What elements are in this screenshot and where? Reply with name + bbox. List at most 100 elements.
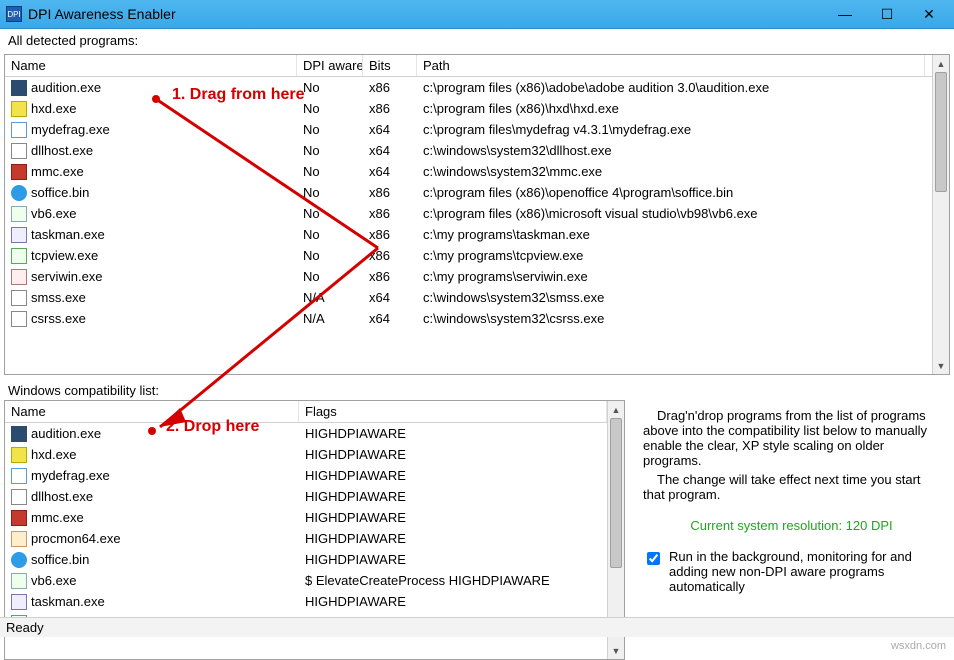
table-row[interactable]: tcpview.exeNox86c:\my programs\tcpview.e…: [5, 245, 932, 266]
cell-name: dllhost.exe: [31, 489, 93, 504]
cell-path: c:\program files (x86)\hxd\hxd.exe: [417, 101, 925, 116]
system-resolution-label: Current system resolution: 120 DPI: [643, 518, 940, 533]
file-icon: [11, 122, 27, 138]
scroll-up-button[interactable]: ▲: [933, 55, 949, 72]
cell-dpi: No: [297, 206, 363, 221]
table-row[interactable]: mydefrag.exeHIGHDPIAWARE: [5, 465, 607, 486]
table-row[interactable]: dllhost.exeNox64c:\windows\system32\dllh…: [5, 140, 932, 161]
cell-name: procmon64.exe: [31, 531, 121, 546]
cell-path: c:\windows\system32\mmc.exe: [417, 164, 925, 179]
file-icon: [11, 531, 27, 547]
col-header-bits[interactable]: Bits: [363, 55, 417, 76]
table-row[interactable]: hxd.exe HIGHDPIAWARE: [5, 444, 607, 465]
cell-dpi: No: [297, 80, 363, 95]
cell-dpi: No: [297, 227, 363, 242]
cell-dpi: No: [297, 269, 363, 284]
file-icon: [11, 206, 27, 222]
cell-name: mydefrag.exe: [31, 468, 110, 483]
top-header-row[interactable]: Name DPI aware Bits Path: [5, 55, 932, 77]
scroll-down-button[interactable]: ▼: [933, 357, 949, 374]
bottom-panel-label: Windows compatibility list:: [0, 379, 954, 400]
cell-bits: x86: [363, 80, 417, 95]
cell-flags: $ ElevateCreateProcess HIGHDPIAWARE: [299, 573, 607, 588]
cell-path: c:\program files (x86)\microsoft visual …: [417, 206, 925, 221]
scroll-thumb[interactable]: [610, 418, 622, 568]
cell-dpi: No: [297, 248, 363, 263]
detected-programs-list[interactable]: Name DPI aware Bits Path audition.exeNox…: [4, 54, 950, 375]
cell-bits: x86: [363, 101, 417, 116]
table-row[interactable]: mmc.exe HIGHDPIAWARE: [5, 507, 607, 528]
cell-path: c:\my programs\serviwin.exe: [417, 269, 925, 284]
cell-dpi: No: [297, 122, 363, 137]
cell-name: csrss.exe: [31, 311, 86, 326]
cell-flags: HIGHDPIAWARE: [299, 531, 607, 546]
cell-path: c:\program files (x86)\openoffice 4\prog…: [417, 185, 925, 200]
table-row[interactable]: taskman.exeNox86c:\my programs\taskman.e…: [5, 224, 932, 245]
table-row[interactable]: audition.exeHIGHDPIAWARE: [5, 423, 607, 444]
cell-dpi: No: [297, 101, 363, 116]
table-row[interactable]: mmc.exeNox64c:\windows\system32\mmc.exe: [5, 161, 932, 182]
table-row[interactable]: procmon64.exe HIGHDPIAWARE: [5, 528, 607, 549]
cell-bits: x64: [363, 164, 417, 179]
table-row[interactable]: soffice.binNox86c:\program files (x86)\o…: [5, 182, 932, 203]
file-icon: [11, 510, 27, 526]
background-monitor-checkbox[interactable]: [647, 552, 660, 565]
cell-path: c:\windows\system32\dllhost.exe: [417, 143, 925, 158]
file-icon: [11, 552, 27, 568]
table-row[interactable]: csrss.exeN/Ax64c:\windows\system32\csrss…: [5, 308, 932, 329]
maximize-button[interactable]: ☐: [866, 3, 908, 25]
status-text: Ready: [6, 620, 44, 635]
cell-flags: HIGHDPIAWARE: [299, 510, 607, 525]
cell-flags: HIGHDPIAWARE: [299, 447, 607, 462]
col-header-name[interactable]: Name: [5, 55, 297, 76]
file-icon: [11, 269, 27, 285]
col-header-path[interactable]: Path: [417, 55, 925, 76]
cell-name: hxd.exe: [31, 447, 77, 462]
cell-flags: HIGHDPIAWARE: [299, 594, 607, 609]
table-row[interactable]: serviwin.exeNox86c:\my programs\serviwin…: [5, 266, 932, 287]
cell-name: hxd.exe: [31, 101, 77, 116]
bottom-header-row[interactable]: Name Flags: [5, 401, 607, 423]
watermark: wsxdn.com: [891, 640, 946, 652]
file-icon: [11, 80, 27, 96]
cell-flags: HIGHDPIAWARE: [299, 552, 607, 567]
cell-bits: x86: [363, 206, 417, 221]
scroll-thumb[interactable]: [935, 72, 947, 192]
cell-name: mmc.exe: [31, 510, 84, 525]
scroll-up-button[interactable]: ▲: [608, 401, 624, 418]
table-row[interactable]: audition.exeNox86c:\program files (x86)\…: [5, 77, 932, 98]
table-row[interactable]: smss.exeN/Ax64c:\windows\system32\smss.e…: [5, 287, 932, 308]
cell-name: soffice.bin: [31, 185, 89, 200]
table-row[interactable]: mydefrag.exeNox64c:\program files\mydefr…: [5, 119, 932, 140]
cell-name: dllhost.exe: [31, 143, 93, 158]
table-row[interactable]: hxd.exe Nox86c:\program files (x86)\hxd\h…: [5, 98, 932, 119]
file-icon: [11, 227, 27, 243]
minimize-button[interactable]: —: [824, 3, 866, 25]
close-button[interactable]: ✕: [908, 3, 950, 25]
scroll-down-button[interactable]: ▼: [608, 642, 624, 659]
cell-bits: x64: [363, 122, 417, 137]
table-row[interactable]: vb6.exeNox86c:\program files (x86)\micro…: [5, 203, 932, 224]
file-icon: [11, 248, 27, 264]
cell-path: c:\windows\system32\smss.exe: [417, 290, 925, 305]
table-row[interactable]: dllhost.exe HIGHDPIAWARE: [5, 486, 607, 507]
file-icon: [11, 489, 27, 505]
cell-name: taskman.exe: [31, 227, 105, 242]
table-row[interactable]: taskman.exeHIGHDPIAWARE: [5, 591, 607, 612]
top-scrollbar[interactable]: ▲ ▼: [932, 55, 949, 374]
col-header-dpi[interactable]: DPI aware: [297, 55, 363, 76]
cell-flags: HIGHDPIAWARE: [299, 489, 607, 504]
file-icon: [11, 185, 27, 201]
info-text-1: Drag'n'drop programs from the list of pr…: [643, 408, 940, 468]
titlebar[interactable]: DPI DPI Awareness Enabler — ☐ ✕: [0, 0, 954, 29]
cell-name: mmc.exe: [31, 164, 84, 179]
cell-path: c:\my programs\taskman.exe: [417, 227, 925, 242]
cell-name: soffice.bin: [31, 552, 89, 567]
file-icon: [11, 143, 27, 159]
file-icon: [11, 101, 27, 117]
table-row[interactable]: soffice.bin HIGHDPIAWARE: [5, 549, 607, 570]
col-header-flags[interactable]: Flags: [299, 401, 607, 422]
col-header-name[interactable]: Name: [5, 401, 299, 422]
cell-path: c:\program files (x86)\adobe\adobe audit…: [417, 80, 925, 95]
table-row[interactable]: vb6.exe$ ElevateCreateProcess HIGHDPIAWA…: [5, 570, 607, 591]
